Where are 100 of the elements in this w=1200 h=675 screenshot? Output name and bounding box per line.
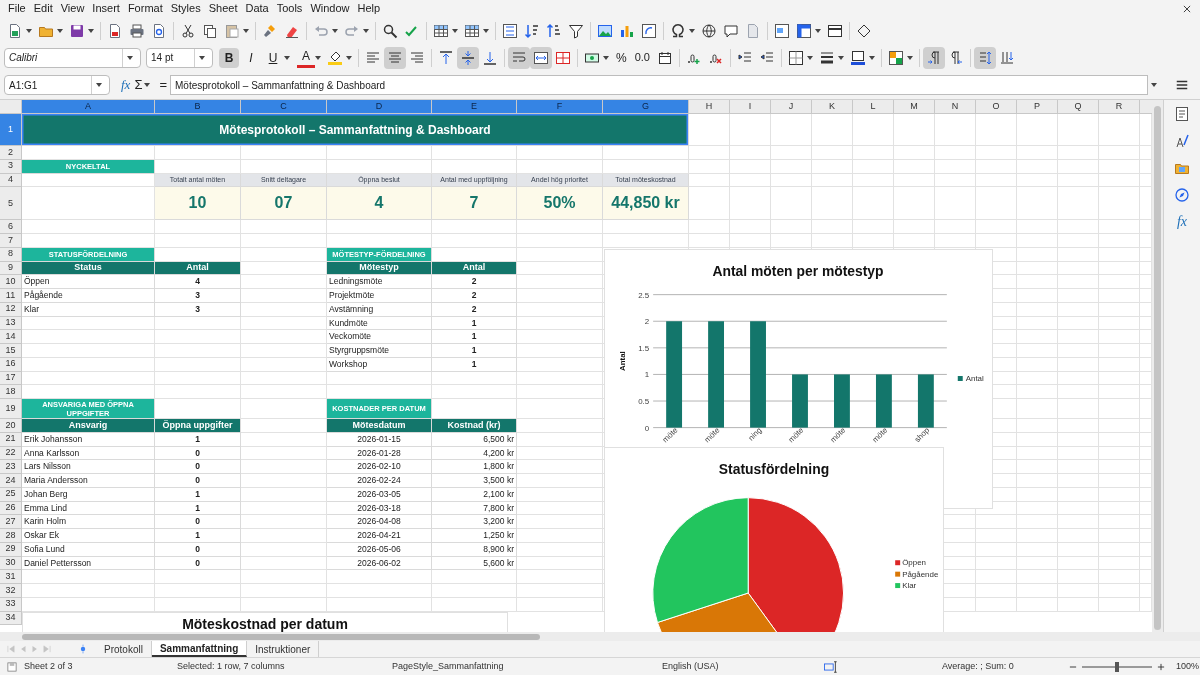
column-header[interactable]: K xyxy=(812,100,853,114)
column-header[interactable]: L xyxy=(853,100,894,114)
table-cell: 0 xyxy=(155,515,241,529)
name-box[interactable]: A1:G1 xyxy=(4,75,110,95)
table-cell: Karin Holm xyxy=(22,515,155,529)
row-header[interactable]: 32 xyxy=(0,584,22,598)
menu-item[interactable]: Sheet xyxy=(204,0,242,17)
legend-label: Antal xyxy=(965,374,984,383)
functions-button[interactable]: fx xyxy=(1176,214,1188,230)
column-header[interactable]: D xyxy=(327,100,432,114)
table-cell: 2,100 kr xyxy=(432,487,517,502)
axis-tick-label: 1.5 xyxy=(638,343,650,353)
status-text: Average: ; Sum: 0 xyxy=(942,659,1015,673)
sheet-title: Mötesprotokoll – Sammanfattning & Dashboard xyxy=(22,114,689,146)
table-cell: Ledningsmöte xyxy=(327,275,432,289)
table-cell: 2026-04-08 xyxy=(327,515,432,529)
table-cell: Anna Karlsson xyxy=(22,446,155,461)
zoom-level: 100% xyxy=(1176,659,1200,673)
row-header[interactable]: 19 xyxy=(0,399,22,419)
row-header[interactable]: 15 xyxy=(0,344,22,358)
menu-item[interactable]: Help xyxy=(353,0,385,17)
column-header[interactable]: I xyxy=(730,100,771,114)
row-header[interactable]: 2 xyxy=(0,146,22,160)
row-header[interactable]: 20 xyxy=(0,419,22,433)
row-header[interactable]: 14 xyxy=(0,330,22,344)
font-size-field[interactable]: 14 pt xyxy=(146,47,213,68)
menu-item[interactable]: Data xyxy=(241,0,273,17)
row-header[interactable]: 24 xyxy=(0,474,22,488)
formula-button[interactable]: = xyxy=(159,75,168,95)
menu-item[interactable]: Tools xyxy=(272,0,307,17)
row-header[interactable]: 10 xyxy=(0,275,22,289)
row-header[interactable]: 6 xyxy=(0,220,22,234)
sum-button[interactable]: Σ xyxy=(134,75,143,95)
row-header[interactable]: 18 xyxy=(0,385,22,399)
table-cell: Veckomöte xyxy=(327,330,432,344)
sheet-tab[interactable]: Instruktioner xyxy=(247,641,320,657)
column-header[interactable]: M xyxy=(894,100,935,114)
menu-item[interactable]: View xyxy=(56,0,89,17)
percent-button[interactable]: % xyxy=(613,48,630,67)
menu-item[interactable]: Styles xyxy=(166,0,205,17)
column-header[interactable]: H xyxy=(689,100,730,114)
kpi-value: 7 xyxy=(432,187,517,221)
table-cell: 7,800 kr xyxy=(432,501,517,516)
header-cell: Öppna uppgifter xyxy=(155,419,241,433)
menu-item[interactable]: Window xyxy=(306,0,354,17)
table-cell: 4 xyxy=(155,275,241,289)
column-header[interactable]: N xyxy=(935,100,976,114)
menu-item[interactable]: File xyxy=(4,0,30,17)
row-header[interactable]: 23 xyxy=(0,460,22,474)
column-header[interactable]: E xyxy=(432,100,517,114)
column-header[interactable]: B xyxy=(155,100,241,114)
underline-button[interactable]: U xyxy=(263,47,283,68)
row-header[interactable]: 1 xyxy=(0,114,22,146)
column-header[interactable]: J xyxy=(771,100,812,114)
table-cell: Workshop xyxy=(327,357,432,372)
column-header[interactable]: P xyxy=(1017,100,1058,114)
table-cell: Lars Nilsson xyxy=(22,460,155,474)
row-header[interactable]: 5 xyxy=(0,187,22,221)
column-header[interactable]: R xyxy=(1099,100,1140,114)
table-cell: 2026-04-21 xyxy=(327,529,432,543)
menu-item[interactable]: Edit xyxy=(29,0,57,17)
row-header[interactable]: 31 xyxy=(0,570,22,584)
table-cell: 1,250 kr xyxy=(432,529,517,543)
column-header[interactable]: G xyxy=(603,100,689,114)
table-cell: 2 xyxy=(432,289,517,303)
table-cell: 1 xyxy=(432,344,517,358)
table-cell: 0 xyxy=(155,474,241,488)
bold-button[interactable]: B xyxy=(219,47,239,68)
table-cell: Maria Andersson xyxy=(22,474,155,488)
function-wizard-button[interactable]: fx xyxy=(121,75,131,95)
row-header[interactable]: 11 xyxy=(0,289,22,303)
kpi-value: 4 xyxy=(327,187,432,221)
font-color-button[interactable]: A xyxy=(297,47,315,68)
table-cell: Sofia Lund xyxy=(22,542,155,557)
column-header[interactable]: O xyxy=(976,100,1017,114)
formula-input-field[interactable]: Mötesprotokoll – Sammanfattning & Dashboard xyxy=(170,75,1148,95)
column-header[interactable]: C xyxy=(241,100,327,114)
kpi-value: 10 xyxy=(155,187,241,221)
column-header[interactable]: A xyxy=(22,100,155,114)
column-header[interactable]: F xyxy=(517,100,603,114)
italic-button[interactable]: I xyxy=(241,47,261,68)
sheet-tab[interactable]: Protokoll xyxy=(96,641,152,657)
number-format-button[interactable]: 0.0 xyxy=(631,49,653,66)
table-cell: 2026-01-28 xyxy=(327,446,432,461)
table-cell: 2 xyxy=(432,302,517,317)
menu-item[interactable]: Format xyxy=(123,0,167,17)
table-cell: 2 xyxy=(432,275,517,289)
menu-item[interactable]: Insert xyxy=(88,0,124,17)
font-name-field[interactable]: Calibri xyxy=(4,47,141,68)
chart-title: Statusfördelning xyxy=(718,460,830,477)
table-cell: 1 xyxy=(432,330,517,344)
kpi-value: 44,850 kr xyxy=(603,187,689,221)
row-header[interactable]: 7 xyxy=(0,234,22,248)
sheet-tab[interactable]: Sammanfattning xyxy=(151,641,248,657)
row-header[interactable]: 27 xyxy=(0,515,22,529)
table-cell: Oskar Ek xyxy=(22,529,155,543)
table-cell: Projektmöte xyxy=(327,289,432,303)
column-header[interactable]: Q xyxy=(1058,100,1099,114)
row-header[interactable]: 28 xyxy=(0,529,22,543)
table-cell: 1,800 kr xyxy=(432,460,517,474)
